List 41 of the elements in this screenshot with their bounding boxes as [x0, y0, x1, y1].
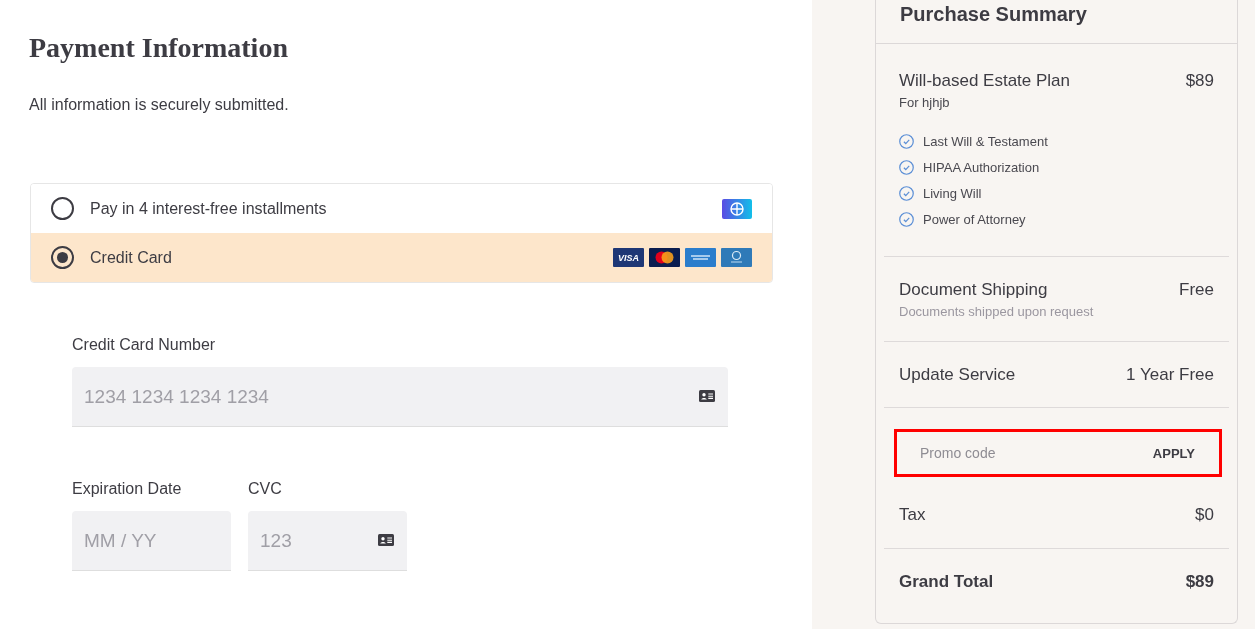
grand-total-label: Grand Total: [899, 571, 994, 593]
card-brand-icon: [685, 248, 716, 267]
check-circle-icon: [899, 211, 914, 227]
item-name: Document Shipping: [899, 279, 1048, 301]
check-circle-icon: [899, 185, 914, 201]
overlapping-circles-logo-icon: [649, 248, 680, 267]
field-label: Credit Card Number: [72, 335, 216, 355]
grand-total-amount: $89: [1185, 571, 1214, 593]
item-name: Update Service: [899, 364, 1016, 386]
check-circle-icon: [899, 159, 914, 175]
id-card-icon: [699, 390, 715, 402]
feature-label: HIPAA Authorization: [923, 159, 1040, 175]
promo-code-field[interactable]: Promo code APPLY: [894, 429, 1222, 477]
radio-button[interactable]: [51, 197, 74, 220]
check-circle-icon: [899, 133, 914, 149]
cvc-field[interactable]: 123: [248, 511, 407, 571]
radio-button[interactable]: [51, 246, 74, 269]
apply-button[interactable]: APPLY: [1152, 445, 1195, 461]
round-grid-badge-icon: [722, 198, 752, 219]
payment-option[interactable]: Credit Card VISA: [31, 233, 772, 282]
field-label: Expiration Date: [72, 479, 182, 499]
page-heading: Payment Information: [29, 31, 288, 65]
item-name: Will-based Estate Plan: [899, 70, 1071, 92]
item-note: Documents shipped upon request: [899, 304, 1094, 320]
id-card-icon: [378, 534, 394, 546]
item-price: $89: [1185, 70, 1214, 92]
item-price: Free: [1179, 279, 1214, 301]
feature-label: Power of Attorney: [923, 211, 1026, 227]
summary-title: Purchase Summary: [900, 2, 1087, 27]
tax-amount: $0: [1195, 504, 1214, 526]
field-label: CVC: [248, 479, 282, 499]
item-note: For hjhjb: [899, 95, 950, 111]
card-number-field[interactable]: 1234 1234 1234 1234: [72, 367, 728, 427]
feature-label: Last Will & Testament: [923, 133, 1048, 149]
card-brand-logo: VISA: [613, 248, 644, 267]
round-emblem-card-icon: [721, 248, 752, 267]
secure-note: All information is securely submitted.: [29, 95, 289, 115]
item-price: 1 Year Free: [1126, 364, 1214, 386]
expiration-date-field[interactable]: MM / YY: [72, 511, 231, 571]
feature-label: Living Will: [923, 185, 982, 201]
tax-label: Tax: [899, 504, 926, 526]
